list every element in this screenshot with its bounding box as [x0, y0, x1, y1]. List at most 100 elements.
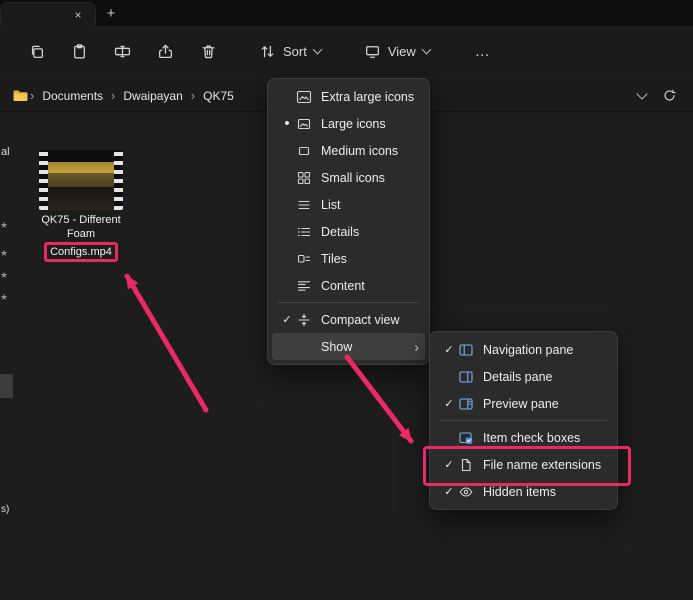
file-name: QK75 - Different Foam Configs.mp4 — [41, 213, 120, 262]
sort-dropdown[interactable]: Sort — [249, 34, 331, 68]
tab-close-icon[interactable]: × — [69, 7, 87, 23]
menu-item-details-pane[interactable]: Details pane — [434, 363, 613, 390]
menu-item-label: List — [321, 198, 419, 212]
view-context-menu: Extra large icons • Large icons Medium i… — [267, 78, 430, 365]
filmstrip-perforation — [114, 150, 123, 210]
details-pane-icon — [458, 369, 474, 385]
file-name-line: QK75 - Different — [41, 213, 120, 227]
paste-button[interactable] — [61, 34, 97, 68]
extra-large-icons-icon — [296, 89, 312, 105]
address-dropdown-icon[interactable] — [636, 88, 647, 99]
share-icon — [157, 43, 174, 60]
menu-item-label: Medium icons — [321, 144, 419, 158]
menu-item-list[interactable]: List — [272, 191, 425, 218]
check-icon: ✓ — [440, 458, 458, 471]
menu-item-label: Small icons — [321, 171, 419, 185]
copy-icon — [28, 43, 45, 60]
sidebar-label-fragment: al — [1, 146, 10, 158]
file-item-video[interactable]: QK75 - Different Foam Configs.mp4 — [28, 150, 134, 262]
paste-icon — [71, 43, 88, 60]
menu-item-item-check-boxes[interactable]: Item check boxes — [434, 424, 613, 451]
menu-item-label: Extra large icons — [321, 90, 419, 104]
thumbnail-image — [48, 150, 114, 210]
menu-item-label: Hidden items — [483, 485, 607, 499]
details-icon — [296, 224, 312, 240]
pin-icon: ★ — [0, 248, 8, 259]
menu-item-file-name-extensions[interactable]: ✓ File name extensions — [434, 451, 613, 478]
share-button[interactable] — [147, 34, 183, 68]
empty-icon-slot — [296, 339, 312, 355]
menu-item-preview-pane[interactable]: ✓ Preview pane — [434, 390, 613, 417]
delete-button[interactable] — [190, 34, 226, 68]
menu-separator — [440, 420, 607, 421]
menu-item-small-icons[interactable]: Small icons — [272, 164, 425, 191]
view-label: View — [388, 44, 416, 59]
show-submenu: ✓ Navigation pane Details pane ✓ Preview… — [429, 331, 618, 510]
breadcrumb-item-dwaipayan[interactable]: Dwaipayan — [116, 89, 189, 103]
pin-icon: ★ — [0, 220, 8, 231]
navigation-pane-edge: al ★ ★ ★ ★ s) — [0, 112, 13, 600]
filmstrip-perforation — [39, 150, 48, 210]
pin-icon: ★ — [0, 270, 8, 281]
file-name-line: Foam — [41, 227, 120, 241]
pin-icon: ★ — [0, 292, 8, 303]
rename-button[interactable] — [104, 34, 140, 68]
menu-item-details[interactable]: Details — [272, 218, 425, 245]
refresh-icon[interactable] — [662, 88, 677, 103]
sidebar-label-fragment: s) — [1, 504, 9, 515]
file-name-extensions-icon — [458, 457, 474, 473]
menu-item-label: Show — [321, 340, 406, 354]
menu-item-content[interactable]: Content — [272, 272, 425, 299]
content-icon — [296, 278, 312, 294]
new-tab-button[interactable]: + — [96, 0, 126, 26]
check-icon: ✓ — [278, 313, 296, 326]
compact-view-icon — [296, 312, 312, 328]
menu-item-navigation-pane[interactable]: ✓ Navigation pane — [434, 336, 613, 363]
breadcrumb-item-documents[interactable]: Documents — [35, 89, 110, 103]
folder-icon — [12, 87, 29, 104]
address-bar-controls — [638, 88, 681, 103]
menu-item-label: Tiles — [321, 252, 419, 266]
rename-icon — [114, 43, 131, 60]
view-dropdown[interactable]: View — [354, 34, 440, 68]
see-more-button[interactable]: … — [465, 34, 501, 68]
file-explorer-window: × + Sort View … — [0, 0, 693, 600]
item-check-boxes-icon — [458, 430, 474, 446]
menu-item-label: Compact view — [321, 313, 419, 327]
menu-item-show[interactable]: Show › — [272, 333, 425, 360]
file-name-line: Configs.mp4 — [50, 246, 112, 258]
menu-separator — [278, 302, 419, 303]
submenu-arrow-icon: › — [406, 339, 419, 355]
delete-icon — [200, 43, 217, 60]
list-icon — [296, 197, 312, 213]
command-toolbar: Sort View … — [0, 26, 693, 76]
selected-bullet: • — [278, 119, 296, 129]
menu-item-extra-large-icons[interactable]: Extra large icons — [272, 83, 425, 110]
titlebar: × + — [0, 0, 693, 26]
check-icon: ✓ — [440, 397, 458, 410]
menu-item-label: Navigation pane — [483, 343, 607, 357]
medium-icons-icon — [296, 143, 312, 159]
preview-pane-icon — [458, 396, 474, 412]
tiles-icon — [296, 251, 312, 267]
copy-button[interactable] — [18, 34, 54, 68]
menu-item-large-icons[interactable]: • Large icons — [272, 110, 425, 137]
menu-item-label: Preview pane — [483, 397, 607, 411]
menu-item-label: Details — [321, 225, 419, 239]
menu-item-compact-view[interactable]: ✓ Compact view — [272, 306, 425, 333]
menu-item-medium-icons[interactable]: Medium icons — [272, 137, 425, 164]
menu-item-hidden-items[interactable]: ✓ Hidden items — [434, 478, 613, 505]
menu-item-label: Details pane — [483, 370, 607, 384]
navigation-pane-icon — [458, 342, 474, 358]
chevron-down-icon — [312, 45, 322, 55]
sort-icon — [259, 43, 276, 60]
explorer-tab[interactable]: × — [0, 2, 96, 26]
check-icon: ✓ — [440, 343, 458, 356]
large-icons-icon — [296, 116, 312, 132]
menu-item-tiles[interactable]: Tiles — [272, 245, 425, 272]
sort-label: Sort — [283, 44, 307, 59]
breadcrumb-item-qk75[interactable]: QK75 — [196, 89, 241, 103]
file-extension-highlight-box: Configs.mp4 — [44, 242, 118, 262]
sidebar-selected-item-edge[interactable] — [0, 374, 13, 398]
menu-item-label: File name extensions — [483, 458, 607, 472]
